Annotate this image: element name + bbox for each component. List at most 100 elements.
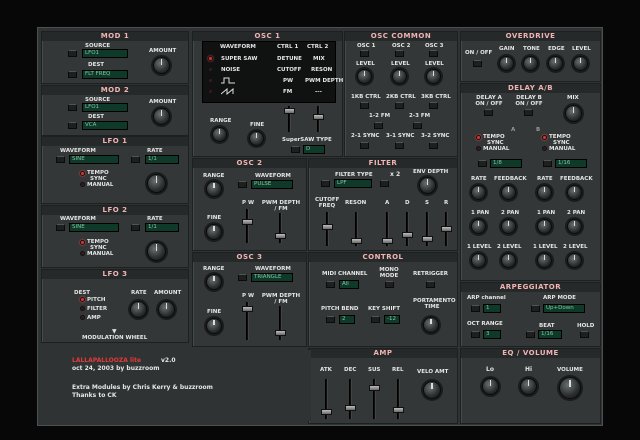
control-retrig-button[interactable] (426, 281, 435, 288)
osc2-fine-knob[interactable] (206, 224, 222, 240)
arp-beat-button[interactable] (526, 331, 535, 338)
amp-atk-slider[interactable] (321, 379, 332, 419)
delay-a-manual-radio[interactable] (476, 146, 481, 151)
osc3-pwm-slider-cap[interactable] (275, 330, 286, 336)
delay-b-feedback-knob[interactable] (567, 185, 582, 200)
filter-s-slider-cap[interactable] (422, 236, 433, 242)
osccommon-fm12-button[interactable] (374, 122, 383, 129)
filter-a-slider[interactable] (382, 212, 393, 246)
osc1-fine-knob[interactable] (249, 131, 264, 146)
osc1-supersaw-display[interactable]: D (303, 145, 325, 154)
amp-rel-slider-cap[interactable] (393, 407, 404, 413)
filter-d-slider[interactable] (402, 212, 413, 246)
osc1-wave-radio-pulse[interactable] (208, 78, 213, 83)
filter-type-button[interactable] (321, 180, 330, 187)
amp-dec-slider[interactable] (345, 379, 356, 419)
delay-b-tempo-sync-radio[interactable] (542, 135, 547, 140)
filter-cutoff-slider[interactable] (322, 212, 333, 246)
delay-a-tempo-sync-radio[interactable] (476, 135, 481, 140)
lfo2-rate-display[interactable]: 1/1 (145, 223, 179, 232)
control-keyshift-display[interactable]: -12 (384, 315, 400, 324)
filter-cutoff-slider-cap[interactable] (322, 224, 333, 230)
delay-b-level2-knob[interactable] (567, 253, 582, 268)
amp-rel-slider[interactable] (393, 379, 404, 419)
osccommon-level3-knob[interactable] (426, 69, 441, 84)
amp-sus-slider-cap[interactable] (369, 385, 380, 391)
osccommon-sync31-button[interactable] (395, 142, 404, 149)
overdrive-edge-knob[interactable] (548, 56, 563, 71)
delay-a-pan1-knob[interactable] (471, 219, 486, 234)
delay-mix-knob[interactable] (565, 105, 582, 122)
control-mono-button[interactable] (385, 281, 394, 288)
lfo1-waveform-button[interactable] (56, 156, 65, 163)
osc2-pw-slider-cap[interactable] (242, 219, 253, 225)
delay-a-feedback-knob[interactable] (501, 185, 516, 200)
mod2-source-button[interactable] (68, 104, 77, 111)
lfo2-waveform-display[interactable]: SINE (69, 223, 119, 232)
control-bend-display[interactable]: 2 (339, 315, 355, 324)
delay-a-pan2-knob[interactable] (501, 219, 516, 234)
arp-channel-display[interactable]: 1 (483, 304, 501, 313)
lfo2-rate-knob[interactable] (147, 242, 166, 261)
amp-dec-slider-cap[interactable] (345, 405, 356, 411)
osc2-pwm-slider[interactable] (275, 213, 286, 243)
osc3-pwm-slider[interactable] (275, 306, 286, 340)
delay-b-pan1-knob[interactable] (537, 219, 552, 234)
lfo2-rate-button[interactable] (131, 224, 140, 231)
amp-velo-knob[interactable] (423, 381, 441, 399)
delay-a-time-button[interactable] (478, 160, 487, 167)
osc1-ctrl1-slider-cap[interactable] (284, 108, 295, 114)
eq-lo-knob[interactable] (482, 378, 499, 395)
filter-r-slider-cap[interactable] (441, 226, 452, 232)
mod1-source-display[interactable]: LFO1 (82, 49, 128, 58)
lfo3-amp-radio[interactable] (80, 315, 85, 320)
osc1-wave-radio-noise[interactable] (208, 67, 213, 72)
osc3-range-knob[interactable] (206, 274, 222, 290)
delay-a-level1-knob[interactable] (471, 253, 486, 268)
lfo1-rate-display[interactable]: 1/1 (145, 155, 179, 164)
mod2-dest-display[interactable]: VCA (82, 121, 128, 130)
osc1-range-knob[interactable] (212, 127, 227, 142)
control-keyshift-button[interactable] (371, 316, 380, 323)
osc1-ctrl1-slider[interactable] (284, 106, 295, 132)
osc2-waveform-display[interactable]: PULSE (251, 180, 293, 189)
lfo3-pitch-radio[interactable] (80, 297, 85, 302)
arp-oct-display[interactable]: 3 (483, 330, 501, 339)
overdrive-onoff-button[interactable] (473, 60, 482, 67)
arp-oct-button[interactable] (471, 331, 480, 338)
control-midi-button[interactable] (326, 281, 335, 288)
filter-reson-slider-cap[interactable] (351, 238, 362, 244)
delay-b-onoff-button[interactable] (524, 109, 533, 116)
mod2-amount-knob[interactable] (153, 108, 170, 125)
arp-mode-button[interactable] (531, 305, 540, 312)
osccommon-kb1-button[interactable] (360, 102, 369, 109)
delay-b-rate-knob[interactable] (537, 185, 552, 200)
arp-hold-button[interactable] (580, 331, 589, 338)
lfo1-rate-knob[interactable] (147, 174, 166, 193)
lfo2-manual-radio[interactable] (80, 251, 85, 256)
delay-b-time-button[interactable] (543, 160, 552, 167)
filter-s-slider[interactable] (422, 212, 433, 246)
lfo2-tempo-sync-radio[interactable] (80, 240, 85, 245)
lfo3-filter-radio[interactable] (80, 306, 85, 311)
lfo2-waveform-button[interactable] (56, 224, 65, 231)
mod1-source-button[interactable] (68, 50, 77, 57)
overdrive-tone-knob[interactable] (523, 56, 538, 71)
osc3-pw-slider-cap[interactable] (242, 306, 253, 312)
osccommon-kb3-button[interactable] (429, 102, 438, 109)
mod1-amount-knob[interactable] (153, 57, 170, 74)
osc1-ctrl2-slider-cap[interactable] (313, 114, 324, 120)
overdrive-level-knob[interactable] (573, 56, 588, 71)
osc3-fine-knob[interactable] (206, 318, 222, 334)
mod2-source-display[interactable]: LFO1 (82, 103, 128, 112)
osc1-ctrl2-slider[interactable] (313, 106, 324, 132)
delay-a-onoff-button[interactable] (484, 109, 493, 116)
delay-b-level1-knob[interactable] (537, 253, 552, 268)
filter-x2-button[interactable] (380, 180, 389, 187)
lfo3-rate-knob[interactable] (130, 301, 147, 318)
osc1-wave-radio-supersaw[interactable] (208, 56, 213, 61)
arp-channel-button[interactable] (471, 305, 480, 312)
amp-atk-slider-cap[interactable] (321, 409, 332, 415)
control-bend-button[interactable] (326, 316, 335, 323)
osc1-wave-radio-saw[interactable] (208, 89, 213, 94)
